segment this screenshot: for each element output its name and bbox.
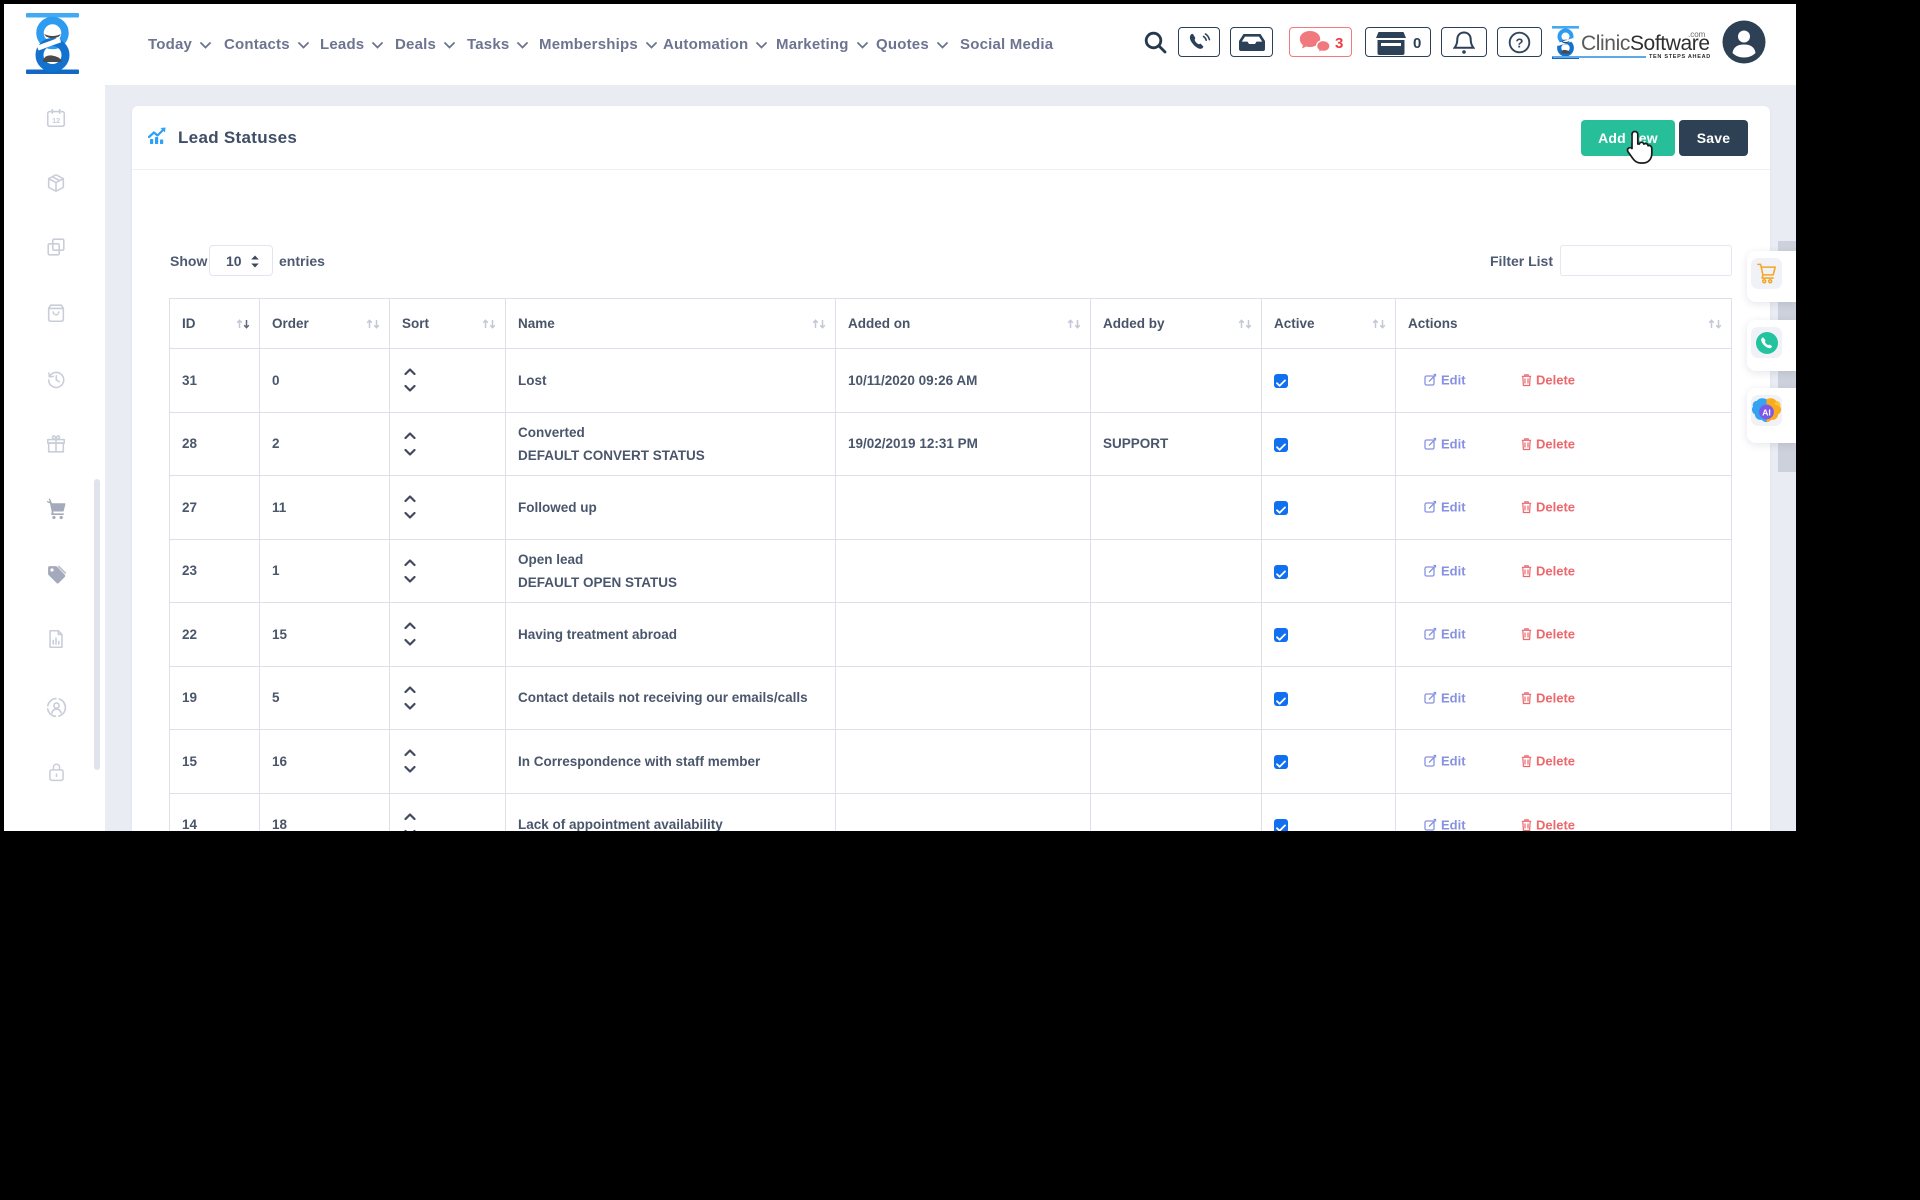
svg-text:?: ? [1516,35,1524,50]
svg-text:12: 12 [52,116,60,125]
svg-text:AI: AI [1762,407,1771,417]
